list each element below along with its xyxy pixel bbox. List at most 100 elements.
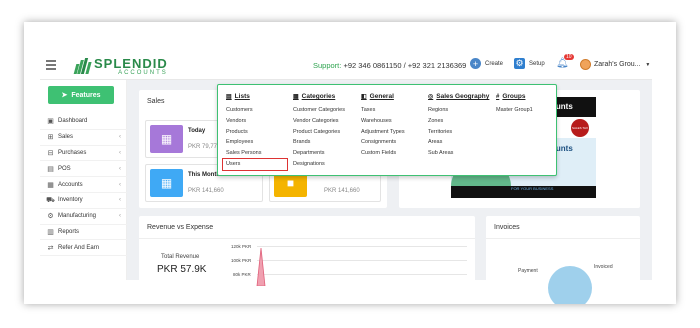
setup-label: Setup bbox=[529, 60, 545, 67]
hash-icon: # bbox=[496, 93, 500, 100]
categories-heading: ▦ Categories bbox=[293, 93, 345, 100]
menu-item-master-group1[interactable]: Master Group1 bbox=[496, 105, 533, 116]
support-numbers: +92 346 0861150 / +92 321 2136369 bbox=[343, 61, 467, 70]
month-expense-value: PKR 141,660 bbox=[324, 188, 360, 194]
this-month-label: This Month bbox=[188, 172, 220, 178]
menu-item-product-categories[interactable]: Product Categories bbox=[293, 127, 345, 138]
invoices-card: Invoices Payment Invoiced bbox=[486, 216, 640, 304]
avatar[interactable] bbox=[580, 59, 591, 70]
sidebar-item-label: Manufacturing bbox=[58, 213, 97, 220]
heading-text: Lists bbox=[234, 93, 250, 100]
chevron-left-icon: ‹ bbox=[119, 165, 121, 172]
features-button[interactable]: ➤ Features bbox=[48, 86, 114, 104]
this-month-value: PKR 141,660 bbox=[188, 188, 224, 194]
menu-item-departments[interactable]: Departments bbox=[293, 148, 345, 159]
revenue-divider bbox=[139, 238, 475, 239]
today-label: Today bbox=[188, 128, 206, 134]
sales-icon: ⊞ bbox=[47, 134, 54, 142]
menu-item-warehouses[interactable]: Warehouses bbox=[361, 116, 405, 127]
logo-name: SPLENDID bbox=[94, 55, 168, 71]
heading-text: Groups bbox=[502, 93, 526, 100]
sidebar-item-label: Sales bbox=[58, 134, 74, 141]
sidebar: ➤ Features ▣ Dashboard ⊞ Sales ‹ ⊟ Purchases… bbox=[40, 80, 127, 280]
support-label: Support: bbox=[313, 61, 342, 70]
menu-item-sales-persons[interactable]: Sales Persons bbox=[226, 148, 287, 159]
caret-down-icon: ▼ bbox=[645, 62, 651, 68]
bookmark-icon: ◧ bbox=[361, 94, 367, 100]
geography-column: ◎ Sales Geography Regions Zones Territori… bbox=[428, 93, 489, 159]
calendar-month-icon: ▦ bbox=[150, 169, 183, 197]
menu-item-taxes[interactable]: Taxes bbox=[361, 105, 405, 116]
sidebar-item-pos[interactable]: ▤ POS ‹ bbox=[40, 161, 127, 178]
create-label: Create bbox=[485, 60, 504, 67]
menu-item-brands[interactable]: Brands bbox=[293, 137, 345, 148]
lists-column: ▤ Lists Customers Vendors Products Employ… bbox=[222, 93, 288, 171]
menu-item-territories[interactable]: Territories bbox=[428, 127, 489, 138]
chevron-left-icon: ‹ bbox=[119, 149, 121, 156]
groups-heading: # Groups bbox=[496, 93, 533, 100]
promo-footer-text: FOR YOUR BUSINESS bbox=[511, 186, 554, 191]
badge-text: SALES TAX bbox=[571, 126, 589, 130]
invoiced-label: Invoiced bbox=[594, 264, 613, 270]
revenue-title: Revenue vs Expense bbox=[147, 224, 214, 231]
chevron-left-icon: ‹ bbox=[119, 134, 121, 141]
sidebar-item-label: Purchases bbox=[58, 149, 87, 156]
setup-button[interactable]: ⚙ Setup bbox=[514, 58, 545, 69]
rocket-icon: ➤ bbox=[61, 92, 68, 99]
sidebar-item-label: Accounts bbox=[58, 181, 83, 188]
support-info: Support: +92 346 0861150 / +92 321 21363… bbox=[313, 61, 466, 70]
heading-text: Categories bbox=[301, 93, 336, 100]
gear-icon: ⚙ bbox=[514, 58, 525, 69]
menu-item-employees[interactable]: Employees bbox=[226, 137, 287, 148]
total-revenue-value: PKR 57.9K bbox=[157, 264, 207, 275]
menu-item-customers[interactable]: Customers bbox=[226, 105, 287, 116]
heading-text: Sales Geography bbox=[436, 93, 490, 100]
sidebar-item-dashboard[interactable]: ▣ Dashboard bbox=[40, 114, 127, 130]
promo-banner-bottom: FOR YOUR BUSINESS bbox=[451, 186, 596, 198]
revenue-spike bbox=[256, 247, 266, 286]
menu-item-vendor-categories[interactable]: Vendor Categories bbox=[293, 116, 345, 127]
sidebar-item-refer-and-earn[interactable]: ⇄ Refer And Earn bbox=[40, 240, 127, 257]
y-tick: 80k PKR bbox=[233, 272, 251, 277]
sidebar-item-label: Refer And Earn bbox=[58, 244, 100, 251]
plus-circle-icon: + bbox=[470, 58, 481, 69]
menu-item-products[interactable]: Products bbox=[226, 127, 287, 138]
list-icon: ▤ bbox=[226, 94, 232, 100]
payment-label: Payment bbox=[518, 268, 538, 274]
general-column: ◧ General Taxes Warehouses Adjustment Typ… bbox=[361, 93, 405, 159]
menu-item-consignments[interactable]: Consignments bbox=[361, 137, 405, 148]
chevron-left-icon: ‹ bbox=[119, 197, 121, 204]
groups-column: # Groups Master Group1 bbox=[496, 93, 533, 116]
sidebar-item-manufacturing[interactable]: ⚙ Manufacturing ‹ bbox=[40, 209, 127, 225]
total-revenue-label: Total Revenue bbox=[161, 254, 200, 260]
logo-subtitle: ACCOUNTS bbox=[118, 69, 168, 76]
menu-item-regions[interactable]: Regions bbox=[428, 105, 489, 116]
menu-item-designations[interactable]: Designations bbox=[293, 159, 345, 170]
logo[interactable]: SPLENDID ACCOUNTS bbox=[73, 55, 168, 77]
menu-item-areas[interactable]: Areas bbox=[428, 137, 489, 148]
menu-item-zones[interactable]: Zones bbox=[428, 116, 489, 127]
invoices-divider bbox=[486, 238, 640, 239]
geography-heading: ◎ Sales Geography bbox=[428, 93, 489, 100]
sidebar-item-purchases[interactable]: ⊟ Purchases ‹ bbox=[40, 146, 127, 162]
sidebar-item-reports[interactable]: ▥ Reports bbox=[40, 225, 127, 241]
menu-item-vendors[interactable]: Vendors bbox=[226, 116, 287, 127]
sidebar-item-accounts[interactable]: ▦ Accounts ‹ bbox=[40, 177, 127, 193]
sidebar-item-inventory[interactable]: ⛟ Inventory ‹ bbox=[40, 193, 127, 209]
sales-tax-badge: SALES TAX bbox=[571, 119, 589, 137]
y-tick: 100k PKR bbox=[231, 258, 252, 263]
menu-item-custom-fields[interactable]: Custom Fields bbox=[361, 148, 405, 159]
menu-item-adjustment-types[interactable]: Adjustment Types bbox=[361, 127, 405, 138]
invoices-donut bbox=[548, 266, 592, 304]
manufacturing-icon: ⚙ bbox=[47, 213, 54, 221]
heading-text: General bbox=[369, 93, 394, 100]
user-menu[interactable]: Zarah's Grou... ▼ bbox=[594, 61, 650, 68]
menu-item-users[interactable]: Users bbox=[222, 158, 288, 171]
sidebar-item-sales[interactable]: ⊞ Sales ‹ bbox=[40, 130, 127, 146]
create-button[interactable]: + Create bbox=[470, 58, 503, 69]
menu-item-sub-areas[interactable]: Sub Areas bbox=[428, 148, 489, 159]
accounts-icon: ▦ bbox=[47, 181, 54, 189]
user-name: Zarah's Grou... bbox=[594, 61, 641, 68]
hamburger-icon[interactable] bbox=[46, 60, 56, 70]
menu-item-customer-categories[interactable]: Customer Categories bbox=[293, 105, 345, 116]
